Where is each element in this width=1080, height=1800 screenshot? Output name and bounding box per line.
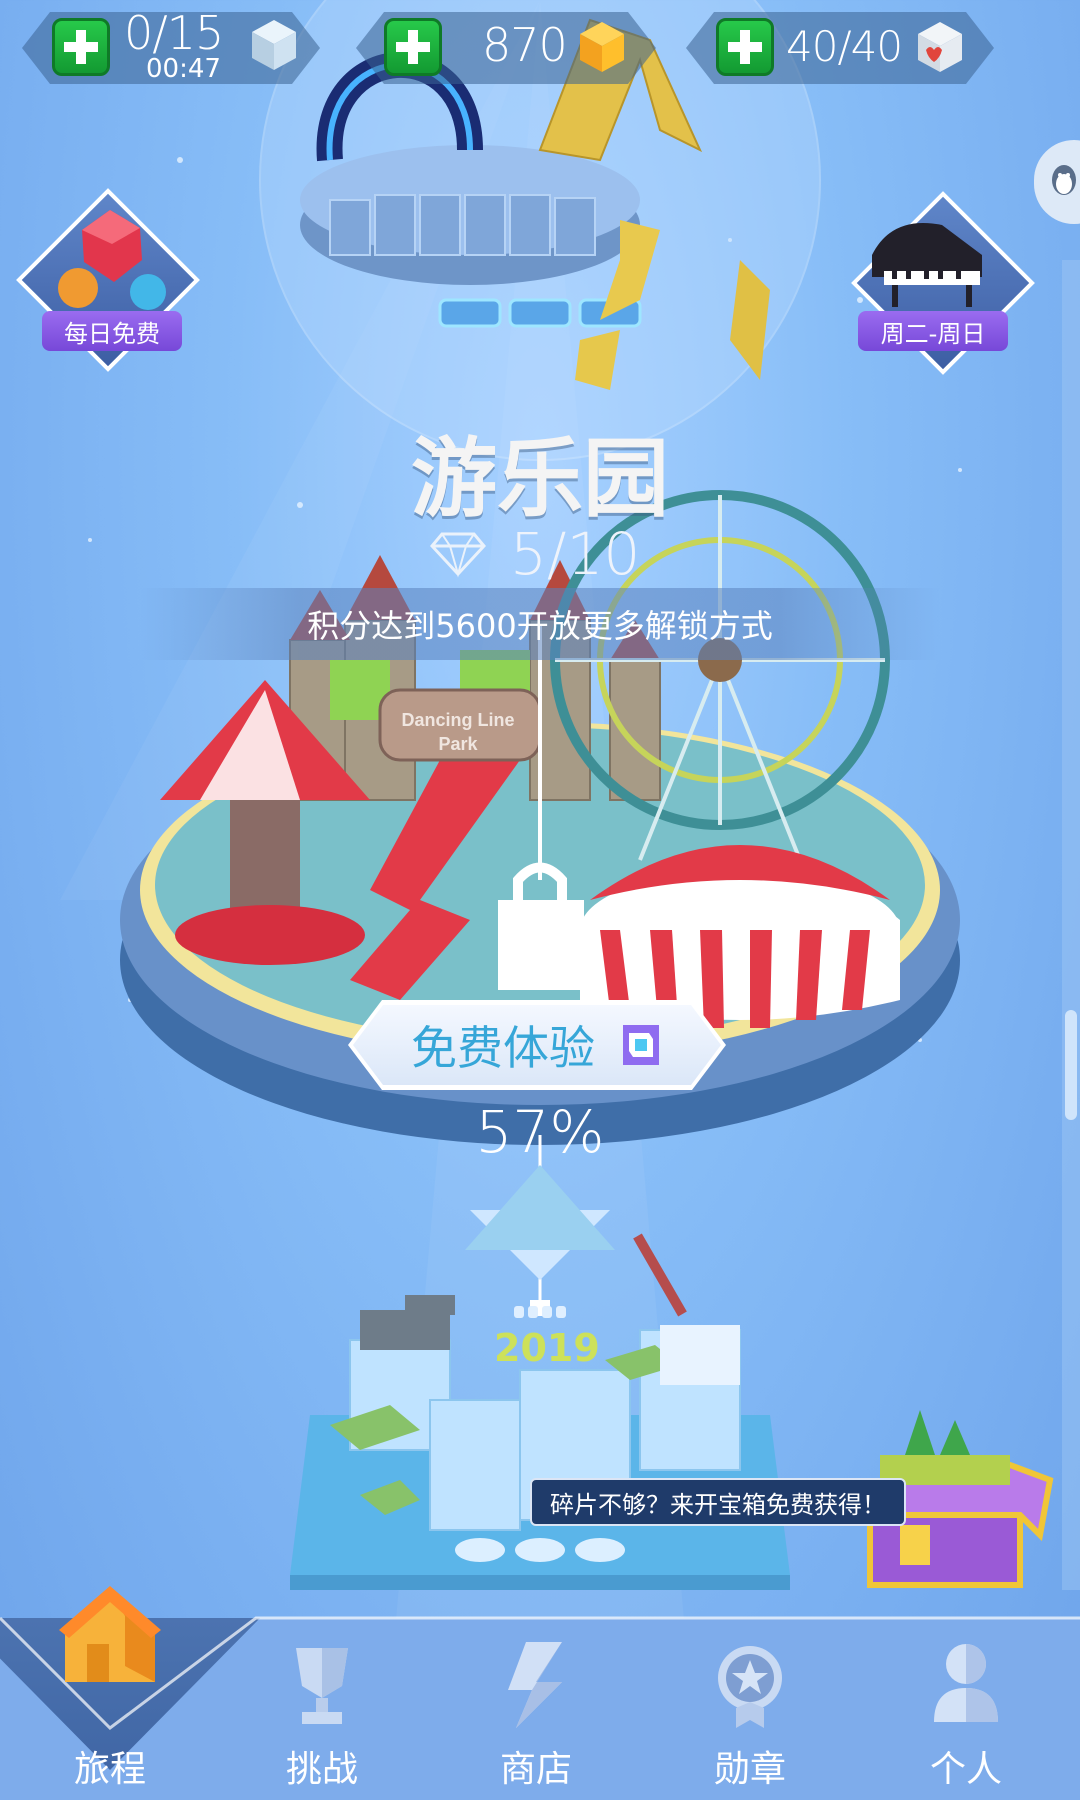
next-level-island [290, 1165, 790, 1590]
chest-tip-bubble[interactable]: 碎片不够？来开宝箱免费获得！ [530, 1478, 906, 1526]
nav-shop[interactable]: 商店 [436, 1618, 636, 1800]
next-level-year: 2019 [494, 1326, 600, 1370]
medal-icon [718, 1646, 782, 1728]
level-percent: 57% [475, 1098, 605, 1166]
daily-free-label: 每日免费 [42, 311, 182, 351]
add-gems-button[interactable] [384, 18, 442, 76]
shop-s-icon [508, 1642, 562, 1728]
trial-ticket-icon [619, 1021, 663, 1069]
heart-cube-icon [918, 22, 962, 72]
trophy-icon [296, 1648, 348, 1724]
gem-count: 870 [482, 18, 568, 72]
year-dots-icon [514, 1306, 566, 1318]
hearts-count: 40/40 [786, 22, 903, 71]
gold-gem-icon [580, 22, 624, 72]
diamond-outline-icon [430, 532, 486, 578]
gem-progress-count: 5/10 [510, 520, 641, 588]
park-sign-line1: Dancing Line [401, 710, 514, 730]
unlock-hint-bar: 积分达到5600开放更多解锁方式 [140, 588, 940, 660]
chest-tip-text: 碎片不够？来开宝箱免费获得！ [550, 1490, 886, 1519]
ice-cube-icon [252, 20, 296, 70]
nav-journey[interactable]: 旅程 [10, 1586, 210, 1800]
nav-profile[interactable]: 个人 [866, 1618, 1066, 1800]
add-energy-button[interactable] [52, 18, 110, 76]
person-icon [934, 1644, 998, 1722]
nav-challenge[interactable]: 挑战 [222, 1618, 422, 1800]
park-sign-line2: Park [438, 734, 478, 754]
energy-timer: 00:47 [146, 54, 221, 84]
add-hearts-button[interactable] [716, 18, 774, 76]
penguin-icon [1052, 165, 1076, 195]
park-sign: Dancing Line Park [401, 710, 514, 754]
nav-profile-label: 个人 [929, 1749, 1002, 1790]
piano-icon [872, 223, 982, 307]
nav-medals[interactable]: 勋章 [650, 1618, 850, 1800]
energy-count: 0/15 [124, 6, 224, 60]
free-trial-button[interactable]: 免费体验 [348, 1000, 726, 1090]
weekday-event-label: 周二-周日 [858, 311, 1008, 351]
gem-progress: 5/10 [430, 520, 640, 588]
nav-journey-label: 旅程 [73, 1749, 146, 1790]
nav-challenge-label: 挑战 [285, 1749, 358, 1790]
nav-shop-label: 商店 [499, 1749, 572, 1790]
free-trial-label: 免费体验 [411, 1021, 595, 1075]
nav-medals-label: 勋章 [713, 1749, 786, 1790]
house-icon [59, 1586, 161, 1682]
unlock-hint-text: 积分达到5600开放更多解锁方式 [307, 607, 773, 645]
level-title: 游乐园 [411, 429, 669, 529]
